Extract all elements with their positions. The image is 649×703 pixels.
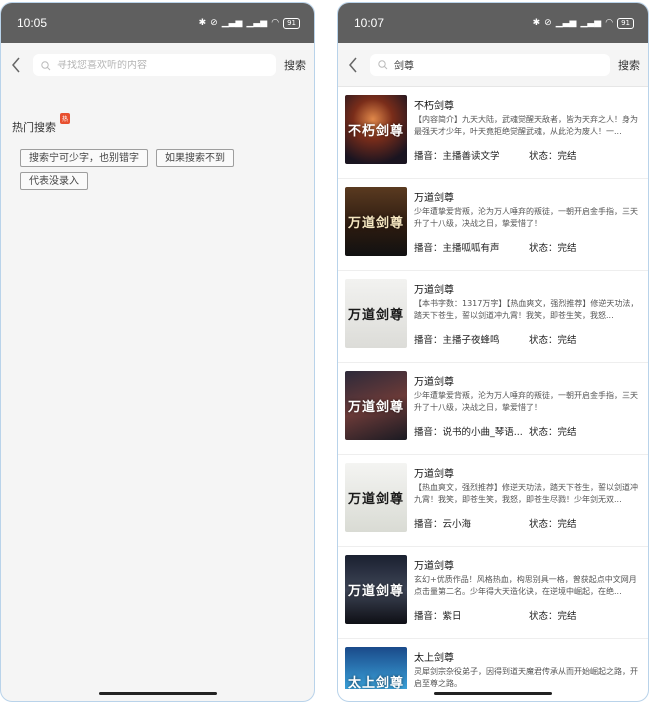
- book-title: 万道剑尊: [414, 193, 454, 204]
- cover-title: 万道剑尊: [347, 216, 404, 231]
- hot-search-header: 热门搜索 热: [12, 113, 314, 135]
- bluetooth-icon: ✱: [198, 18, 207, 28]
- book-status: 状态：完结: [529, 243, 577, 254]
- book-title: 太上剑尊: [414, 653, 454, 664]
- home-indicator[interactable]: [98, 692, 217, 695]
- search-button[interactable]: 搜索: [616, 57, 642, 73]
- book-description: 【热血爽文，强烈推荐】修逆天功法，踏天下苍生，誓以剑道冲九霄！我笑，即苍生笑，我…: [414, 483, 638, 504]
- book-cover: 万道剑尊: [345, 279, 407, 348]
- search-icon: [41, 56, 51, 75]
- narrator: 播音：主播呱呱有声: [414, 243, 500, 254]
- book-description: 少年遭挚爱背叛，沦为万人唾弃的叛徒，一朝开启金手指，三天升了十八级，决战之日，挚…: [414, 391, 638, 412]
- mute-icon: ⊘: [210, 18, 218, 28]
- hot-search-tags: 搜索宁可少字，也别错字 如果搜索不到 代表没录入: [20, 149, 280, 190]
- wifi-icon: ◠: [605, 18, 614, 28]
- list-item[interactable]: 太上剑尊 太上剑尊 灵犀剑宗杂役弟子，因得到道天魔君传承从而开始崛起之路，开启至…: [338, 639, 648, 689]
- status-time: 10:07: [354, 16, 385, 30]
- signal-icon: ▁▃▅: [221, 18, 243, 28]
- book-cover: 万道剑尊: [345, 371, 407, 440]
- hot-badge: 热: [60, 113, 70, 124]
- back-arrow-icon[interactable]: [344, 54, 362, 76]
- book-title: 万道剑尊: [414, 469, 454, 480]
- battery-icon: 91: [283, 17, 300, 29]
- list-item[interactable]: 不朽剑尊 不朽剑尊 【内容简介】九天大陆，武魂觉醒天敌者，皆为天弃之人！身为最强…: [338, 87, 648, 179]
- status-icons: ✱ ⊘ ▁▃▅ ▁▃▅ ◠ 91: [198, 17, 300, 29]
- cover-title: 万道剑尊: [347, 492, 404, 507]
- search-icon: [378, 55, 388, 74]
- status-time: 10:05: [17, 16, 48, 30]
- book-cover: 万道剑尊: [345, 187, 407, 256]
- search-results-list[interactable]: 不朽剑尊 不朽剑尊 【内容简介】九天大陆，武魂觉醒天敌者，皆为天弃之人！身为最强…: [338, 87, 648, 689]
- book-description: 【内容简介】九天大陆，武魂觉醒天敌者，皆为天弃之人！身为最强天才少年，叶天竟拒绝…: [414, 115, 638, 136]
- signal-icon: ▁▃▅: [555, 18, 577, 28]
- list-item[interactable]: 万道剑尊 万道剑尊 【热血爽文，强烈推荐】修逆天功法，踏天下苍生，誓以剑道冲九霄…: [338, 455, 648, 547]
- hot-search-title: 热门搜索: [12, 121, 56, 134]
- book-title: 万道剑尊: [414, 285, 454, 296]
- narrator: 播音：主播子夜蜂鸣: [414, 335, 500, 346]
- search-button[interactable]: 搜索: [282, 57, 308, 73]
- book-title: 万道剑尊: [414, 561, 454, 572]
- search-bar: 搜索: [338, 43, 648, 87]
- signal-icon: ▁▃▅: [246, 18, 268, 28]
- book-status: 状态：完结: [529, 151, 577, 162]
- cover-title: 不朽剑尊: [347, 124, 404, 139]
- bluetooth-icon: ✱: [532, 18, 541, 28]
- search-input[interactable]: [57, 59, 276, 71]
- book-status: 状态：完结: [529, 335, 577, 346]
- book-status: 状态：完结: [529, 427, 577, 438]
- book-cover: 太上剑尊: [345, 647, 407, 689]
- status-bar: 10:07 ✱ ⊘ ▁▃▅ ▁▃▅ ◠ 91: [338, 3, 648, 43]
- list-item[interactable]: 万道剑尊 万道剑尊 玄幻+优质作品！风格热血，构思别具一格，曾获起点中文网月点击…: [338, 547, 648, 639]
- wifi-icon: ◠: [271, 18, 280, 28]
- search-field[interactable]: [33, 54, 276, 76]
- book-cover: 不朽剑尊: [345, 95, 407, 164]
- narrator: 播音：云小海: [414, 519, 472, 530]
- book-description: 灵犀剑宗杂役弟子，因得到道天魔君传承从而开始崛起之路，开启至尊之路。: [414, 667, 638, 688]
- cover-title: 万道剑尊: [347, 308, 404, 323]
- cover-title: 万道剑尊: [347, 400, 404, 415]
- battery-icon: 91: [617, 17, 634, 29]
- book-status: 状态：完结: [529, 611, 577, 622]
- list-item[interactable]: 万道剑尊 万道剑尊 少年遭挚爱背叛，沦为万人唾弃的叛徒，一朝开启金手指，三天升了…: [338, 363, 648, 455]
- cover-title: 太上剑尊: [347, 676, 404, 689]
- search-field[interactable]: [370, 53, 610, 76]
- home-indicator[interactable]: [434, 692, 552, 695]
- book-status: 状态：完结: [529, 519, 577, 530]
- book-description: 玄幻+优质作品！风格热血，构思别具一格，曾获起点中文网月点击量第二名。少年得大天…: [414, 575, 637, 596]
- list-item[interactable]: 万道剑尊 万道剑尊 少年遭挚爱背叛，沦为万人唾弃的叛徒，一朝开启金手指，三天升了…: [338, 179, 648, 271]
- left-phone-screen: 10:05 ✱ ⊘ ▁▃▅ ▁▃▅ ◠ 91 搜索 热门搜索 热 搜索宁可少字，…: [0, 2, 315, 702]
- search-input[interactable]: [394, 59, 610, 70]
- right-phone-screen: 10:07 ✱ ⊘ ▁▃▅ ▁▃▅ ◠ 91 搜索 不朽剑尊 不朽剑尊 【内容简…: [337, 2, 649, 702]
- book-title: 万道剑尊: [414, 377, 454, 388]
- status-icons: ✱ ⊘ ▁▃▅ ▁▃▅ ◠ 91: [532, 17, 634, 29]
- book-cover: 万道剑尊: [345, 463, 407, 532]
- book-description: 【本书字数：1317万字】【热血爽文，强烈推荐】修逆天功法，踏天下苍生，誓以剑道…: [414, 299, 639, 320]
- list-item[interactable]: 万道剑尊 万道剑尊 【本书字数：1317万字】【热血爽文，强烈推荐】修逆天功法，…: [338, 271, 648, 363]
- book-description: 少年遭挚爱背叛，沦为万人唾弃的叛徒，一朝开启金手指，三天升了十八级，决战之日，挚…: [414, 207, 638, 228]
- hot-tag[interactable]: 如果搜索不到: [156, 149, 234, 167]
- back-arrow-icon[interactable]: [7, 54, 25, 76]
- hot-tag[interactable]: 搜索宁可少字，也别错字: [20, 149, 148, 167]
- signal-icon: ▁▃▅: [580, 18, 602, 28]
- status-bar: 10:05 ✱ ⊘ ▁▃▅ ▁▃▅ ◠ 91: [1, 3, 314, 43]
- narrator: 播音：说书的小曲_琴语...: [414, 427, 523, 438]
- book-cover: 万道剑尊: [345, 555, 407, 624]
- narrator: 播音：主播善读文学: [414, 151, 500, 162]
- book-title: 不朽剑尊: [414, 101, 454, 112]
- narrator: 播音：紫日: [414, 611, 462, 622]
- cover-title: 万道剑尊: [347, 584, 404, 599]
- mute-icon: ⊘: [544, 18, 552, 28]
- hot-tag[interactable]: 代表没录入: [20, 172, 88, 190]
- search-bar: 搜索: [1, 43, 314, 87]
